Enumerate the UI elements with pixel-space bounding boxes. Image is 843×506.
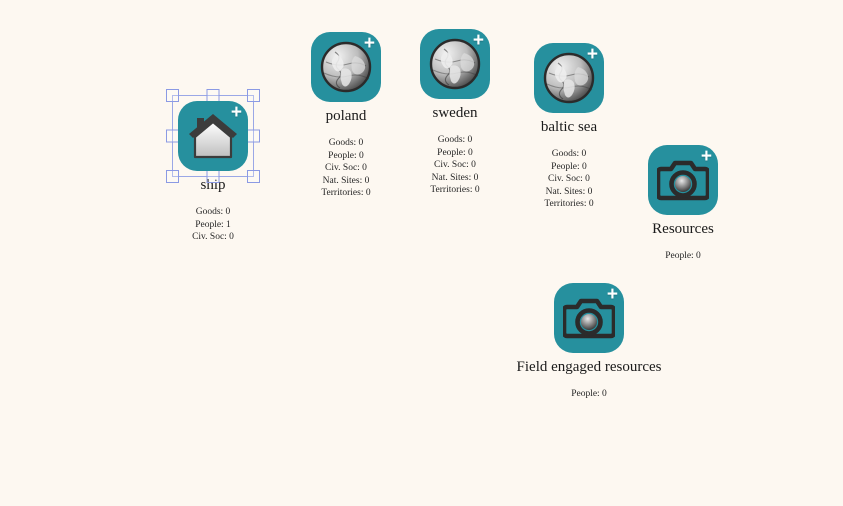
stat-people: People: 0 [571, 389, 607, 399]
stat-goods: Goods: 0 [551, 149, 587, 159]
stat-people: People: 0 [328, 150, 364, 161]
ship-tile[interactable]: + [178, 101, 248, 171]
resize-handle-e[interactable] [247, 129, 260, 143]
node-label-ship: ship [200, 177, 226, 193]
globe-icon [428, 37, 482, 91]
camera-icon [563, 297, 615, 339]
stat-nat-sites: Nat. Sites: 0 [322, 175, 370, 186]
stat-goods: Goods: 0 [328, 138, 364, 148]
resources-tile-wrap[interactable]: + [648, 145, 718, 215]
node-stats-poland: Goods: 0 People: 0 Civ. Soc: 0 Nat. Site… [321, 137, 370, 200]
poland-tile-wrap[interactable]: + [311, 32, 381, 102]
stat-territories: Territories: 0 [430, 185, 480, 195]
node-label-field-engaged-resources: Field engaged resources [516, 359, 662, 375]
diagram-canvas[interactable]: + ship Goods: 0 People: 1 Civ. Soc: 0 + … [0, 0, 843, 506]
stat-people: People: 0 [665, 251, 701, 261]
resources-tile[interactable]: + [648, 145, 718, 215]
node-stats-field-engaged-resources: People: 0 [571, 388, 607, 401]
field-engaged-resources-tile[interactable]: + [554, 283, 624, 353]
node-stats-ship: Goods: 0 People: 1 Civ. Soc: 0 [192, 206, 234, 244]
sweden-tile[interactable]: + [420, 29, 490, 99]
stat-territories: Territories: 0 [321, 188, 371, 198]
stat-territories: Territories: 0 [544, 199, 594, 209]
resize-handle-nw[interactable] [166, 89, 179, 102]
node-ship[interactable]: + ship Goods: 0 People: 1 Civ. Soc: 0 [142, 89, 284, 244]
sweden-tile-wrap[interactable]: + [420, 29, 490, 99]
stat-people: People: 1 [195, 219, 231, 230]
node-label-baltic-sea: baltic sea [540, 119, 598, 135]
camera-icon [657, 159, 709, 201]
resize-handle-sw[interactable] [166, 170, 179, 183]
stat-goods: Goods: 0 [195, 207, 231, 217]
globe-icon [542, 51, 596, 105]
stat-civ-soc: Civ. Soc: 0 [192, 232, 234, 242]
ship-tile-wrap[interactable]: + [166, 89, 260, 183]
node-resources[interactable]: + Resources People: 0 [612, 145, 754, 263]
node-stats-resources: People: 0 [665, 250, 701, 263]
stat-nat-sites: Nat. Sites: 0 [545, 186, 593, 197]
node-label-poland: poland [325, 108, 367, 124]
baltic-sea-tile[interactable]: + [534, 43, 604, 113]
node-stats-baltic-sea: Goods: 0 People: 0 Civ. Soc: 0 Nat. Site… [544, 148, 593, 211]
stat-people: People: 0 [551, 161, 587, 172]
stat-civ-soc: Civ. Soc: 0 [325, 163, 367, 173]
stat-nat-sites: Nat. Sites: 0 [431, 172, 479, 183]
globe-icon [319, 40, 373, 94]
node-field-engaged-resources[interactable]: + Field engaged resources People: 0 [516, 283, 662, 401]
stat-civ-soc: Civ. Soc: 0 [548, 174, 590, 184]
node-stats-sweden: Goods: 0 People: 0 Civ. Soc: 0 Nat. Site… [430, 134, 479, 197]
baltic-sea-tile-wrap[interactable]: + [534, 43, 604, 113]
stat-goods: Goods: 0 [437, 135, 473, 145]
resize-handle-ne[interactable] [247, 89, 260, 102]
node-label-resources: Resources [652, 221, 714, 237]
node-label-sweden: sweden [432, 105, 478, 121]
resize-handle-se[interactable] [247, 170, 260, 183]
house-icon [187, 112, 239, 160]
field-engaged-resources-tile-wrap[interactable]: + [554, 283, 624, 353]
stat-people: People: 0 [437, 147, 473, 158]
poland-tile[interactable]: + [311, 32, 381, 102]
stat-civ-soc: Civ. Soc: 0 [434, 160, 476, 170]
